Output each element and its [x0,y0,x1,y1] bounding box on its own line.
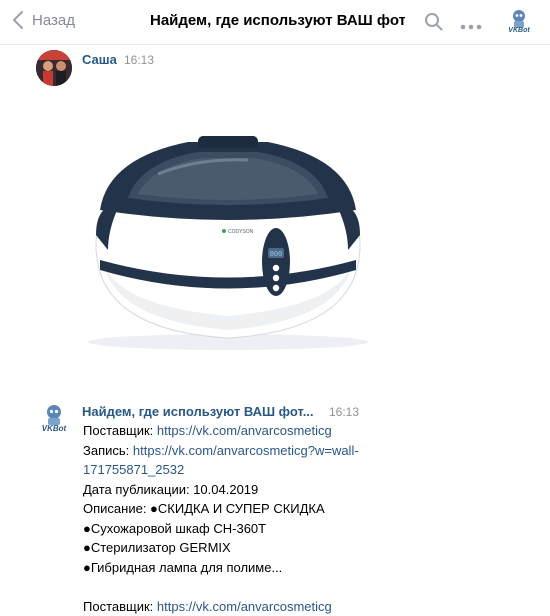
supplier-link[interactable]: https://vk.com/anvarcosmeticg [157,599,332,614]
description-line: Описание: ●СКИДКА И СУПЕР СКИДКА [83,499,413,519]
top-bar: Назад Найдем, где используют ВАШ фот... … [0,0,550,45]
display-readout: 800 [270,251,283,259]
message-time: 16:13 [329,405,359,419]
search-icon [424,12,444,32]
chat-avatar[interactable]: VKBot [504,7,534,37]
supplier-label: Поставщик: [83,423,157,438]
spacer [83,577,413,597]
chat-title: Найдем, где используют ВАШ фот... [150,12,405,29]
post-line: Запись: https://vk.com/anvarcosmeticg?w=… [83,441,413,461]
post-link[interactable]: https://vk.com/anvarcosmeticg?w=wall- [133,443,359,458]
user-photo-icon [36,50,72,86]
search-button[interactable] [424,12,444,37]
message-time: 16:13 [124,53,154,67]
brand-label: CODYSON [228,229,254,235]
supplier-line: Поставщик: https://vk.com/anvarcosmeticg [83,421,413,441]
chevron-left-icon [12,10,24,30]
post-link-cont: 171755871_2532 [83,460,413,480]
list-item: ●Стерилизатор GERMIX [83,538,413,558]
date-line: Дата публикации: 10.04.2019 [83,480,413,500]
message-author[interactable]: Саша [82,52,117,67]
vkbot-badge: VKBot [504,27,534,34]
list-item: ●Сухожаровой шкаф CH-360T [83,519,413,539]
message-body: Поставщик: https://vk.com/anvarcosmeticg… [83,421,413,616]
list-item: ●Гибридная лампа для полиме... [83,558,413,578]
product-photo[interactable]: 800 CODYSON [78,90,378,390]
bot-badge: VKBot [36,424,72,433]
back-button[interactable]: Назад [12,10,75,30]
more-dots-icon [460,23,482,31]
supplier-line-2: Поставщик: https://vk.com/anvarcosmeticg [83,597,413,616]
back-label: Назад [32,12,75,29]
more-button[interactable] [460,18,482,36]
post-label: Запись: [83,443,133,458]
message-author[interactable]: Найдем, где используют ВАШ фот... [82,404,314,419]
bot-avatar[interactable]: VKBot [36,402,72,438]
ultrasonic-cleaner-image: 800 CODYSON [78,90,378,390]
supplier-link[interactable]: https://vk.com/anvarcosmeticg [157,423,332,438]
supplier-label: Поставщик: [83,599,157,614]
post-link-continued[interactable]: 171755871_2532 [83,462,184,477]
avatar[interactable] [36,50,72,86]
